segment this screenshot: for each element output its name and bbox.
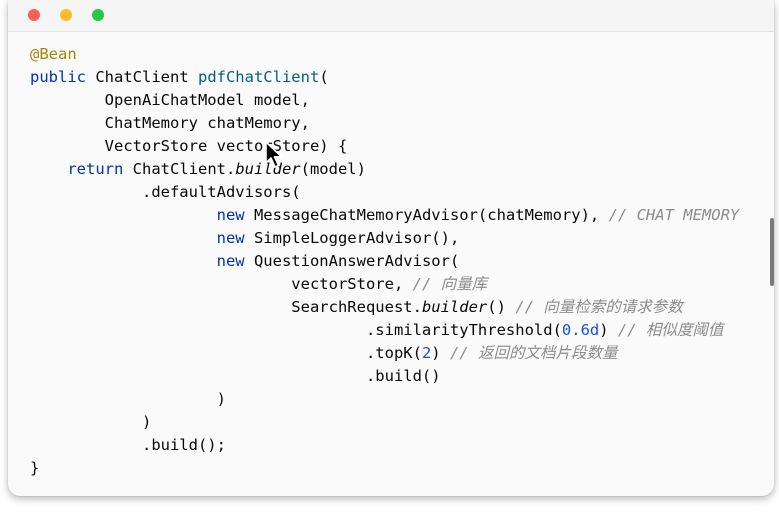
minimize-window-icon[interactable] bbox=[60, 9, 72, 21]
code-token-comment: // 向量检索的请求参数 bbox=[515, 298, 683, 316]
code-token-keyword: new bbox=[216, 252, 245, 270]
code-line: OpenAiChatModel model, bbox=[30, 89, 739, 112]
code-token-plain: SearchRequest. bbox=[30, 298, 422, 316]
window-titlebar bbox=[8, 0, 774, 32]
code-token-keyword: new bbox=[216, 229, 245, 247]
code-token-method-decl: pdfChatClient bbox=[197, 68, 320, 86]
code-token-plain: .build(); bbox=[30, 436, 226, 454]
code-line: return ChatClient.builder(model) bbox=[30, 158, 739, 181]
code-line: .defaultAdvisors( bbox=[30, 181, 739, 204]
code-token-plain: vectorStore, bbox=[30, 275, 413, 293]
code-token-plain: SimpleLoggerAdvisor(), bbox=[244, 229, 460, 247]
code-token-static: builder bbox=[421, 298, 488, 316]
code-token-plain: } bbox=[30, 459, 40, 477]
code-line: new SimpleLoggerAdvisor(), bbox=[30, 227, 739, 250]
code-token-comment: // CHAT MEMORY bbox=[608, 206, 740, 224]
code-token-comment: // 向量库 bbox=[412, 275, 488, 293]
code-line: .similarityThreshold(0.6d) // 相似度阈值 bbox=[30, 319, 739, 342]
code-token-comment: // 返回的文档片段数量 bbox=[449, 344, 618, 362]
code-token-plain: ChatClient. bbox=[123, 160, 236, 178]
code-line: SearchRequest.builder() // 向量检索的请求参数 bbox=[30, 296, 739, 319]
code-line: public ChatClient pdfChatClient( bbox=[30, 66, 739, 89]
code-token-plain: VectorStore vectorStore) { bbox=[30, 137, 348, 155]
code-line: } bbox=[30, 457, 739, 480]
code-token-plain: ChatClient bbox=[86, 68, 198, 86]
code-token-plain: ) bbox=[599, 321, 618, 339]
vertical-scrollbar[interactable] bbox=[770, 218, 774, 286]
code-token-plain: QuestionAnswerAdvisor( bbox=[244, 252, 460, 270]
code-token-plain: (model) bbox=[300, 160, 366, 178]
code-token-plain: .build() bbox=[30, 367, 441, 385]
code-token-number: 0.6d bbox=[561, 321, 600, 339]
code-token-plain: OpenAiChatModel model, bbox=[30, 91, 310, 109]
code-token-plain: .topK( bbox=[30, 344, 422, 362]
code-window: @Bean public ChatClient pdfChatClient( Op… bbox=[8, 0, 774, 496]
code-token-keyword: return bbox=[67, 160, 124, 178]
code-token-plain: ) bbox=[30, 413, 152, 431]
code-line: ChatMemory chatMemory, bbox=[30, 112, 739, 135]
code-token-plain: ( bbox=[319, 68, 329, 86]
code-line: .build(); bbox=[30, 434, 739, 457]
code-line: .topK(2) // 返回的文档片段数量 bbox=[30, 342, 739, 365]
code-line: @Bean bbox=[30, 43, 739, 66]
code-token-plain: MessageChatMemoryAdvisor(chatMemory), bbox=[244, 206, 609, 224]
code-token-plain: .similarityThreshold( bbox=[30, 321, 562, 339]
code-line: .build() bbox=[30, 365, 739, 388]
close-window-icon[interactable] bbox=[28, 9, 40, 21]
code-token-plain: ) bbox=[30, 390, 226, 408]
code-token-plain: ChatMemory chatMemory, bbox=[30, 114, 310, 132]
code-line: new MessageChatMemoryAdvisor(chatMemory)… bbox=[30, 204, 740, 227]
code-line: vectorStore, // 向量库 bbox=[30, 273, 739, 296]
code-token-keyword: new bbox=[216, 206, 245, 224]
code-line: new QuestionAnswerAdvisor( bbox=[30, 250, 739, 273]
code-token-plain: .defaultAdvisors( bbox=[30, 183, 301, 201]
code-token-comment: // 相似度阈值 bbox=[617, 321, 724, 339]
code-line: ) bbox=[30, 411, 739, 434]
code-token-keyword: public bbox=[30, 68, 86, 86]
code-block: @Bean public ChatClient pdfChatClient( Op… bbox=[30, 43, 739, 480]
code-line: ) bbox=[30, 388, 739, 411]
code-line: VectorStore vectorStore) { bbox=[30, 135, 739, 158]
mouse-pointer-icon bbox=[265, 141, 283, 168]
code-token-number: 2 bbox=[421, 344, 432, 362]
zoom-window-icon[interactable] bbox=[92, 9, 104, 21]
code-token-annotation: @Bean bbox=[30, 45, 77, 63]
code-token-plain: ) bbox=[431, 344, 450, 362]
code-token-plain: () bbox=[487, 298, 516, 316]
